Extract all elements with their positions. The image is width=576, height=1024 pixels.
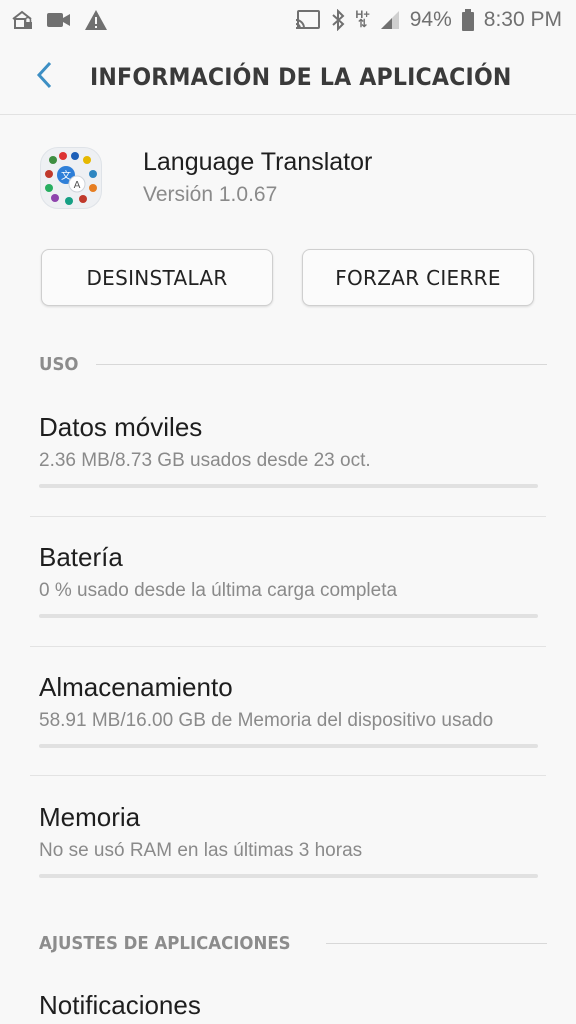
- svg-text:A: A: [74, 180, 81, 191]
- battery-item[interactable]: Batería 0 % usado desde la última carga …: [0, 540, 576, 618]
- battery-title: Batería: [39, 542, 123, 572]
- warning-icon: [84, 9, 108, 31]
- battery-icon: [461, 9, 474, 31]
- camera-icon: [46, 10, 72, 30]
- storage-item[interactable]: Almacenamiento 58.91 MB/16.00 GB de Memo…: [0, 670, 576, 748]
- storage-subtitle: 58.91 MB/16.00 GB de Memoria del disposi…: [39, 710, 494, 731]
- app-name: Language Translator: [143, 148, 373, 176]
- memory-title: Memoria: [39, 802, 141, 832]
- back-button[interactable]: [14, 40, 74, 114]
- cast-icon: [295, 10, 321, 30]
- data-arrows-icon: ⇅: [357, 18, 368, 30]
- chevron-left-icon: [36, 61, 52, 94]
- lock-screen-icon: [10, 9, 34, 31]
- bluetooth-icon: [331, 9, 345, 31]
- section-divider: [326, 943, 547, 944]
- signal-icon: [380, 10, 400, 30]
- memory-progress: [39, 874, 538, 878]
- item-divider: [30, 646, 546, 647]
- battery-subtitle: 0 % usado desde la última carga completa: [39, 580, 398, 601]
- clock-time: 8:30 PM: [483, 8, 562, 31]
- force-stop-button[interactable]: FORZAR CIERRE: [302, 249, 534, 306]
- app-settings-section-title: AJUSTES DE APLICACIONES: [39, 933, 291, 954]
- status-left-icons: [10, 9, 108, 31]
- app-version: Versión 1.0.67: [143, 183, 278, 206]
- network-type-indicator: H+ ⇅: [355, 10, 369, 30]
- storage-title: Almacenamiento: [39, 672, 233, 702]
- page-title: INFORMACIÓN DE LA APLICACIÓN: [90, 63, 512, 91]
- memory-item[interactable]: Memoria No se usó RAM en las últimas 3 h…: [0, 800, 576, 878]
- storage-progress: [39, 744, 538, 748]
- mobile-data-progress: [39, 484, 538, 488]
- app-summary: 文 A Language Translator Versión 1.0.67: [40, 146, 372, 210]
- app-settings-section-header: AJUSTES DE APLICACIONES: [39, 933, 547, 954]
- mobile-data-item[interactable]: Datos móviles 2.36 MB/8.73 GB usados des…: [0, 410, 576, 488]
- section-divider: [95, 364, 547, 365]
- battery-percentage: 94%: [409, 8, 452, 31]
- memory-subtitle: No se usó RAM en las últimas 3 horas: [39, 840, 363, 861]
- uninstall-button[interactable]: DESINSTALAR: [41, 249, 273, 306]
- item-divider: [30, 516, 546, 517]
- language-translator-app-icon: 文 A: [40, 147, 102, 209]
- battery-progress: [39, 614, 538, 618]
- mobile-data-subtitle: 2.36 MB/8.73 GB usados desde 23 oct.: [39, 450, 371, 471]
- usage-section-title: USO: [39, 354, 79, 375]
- app-bar: INFORMACIÓN DE LA APLICACIÓN: [0, 40, 576, 115]
- notifications-title: Notificaciones: [39, 990, 201, 1020]
- item-divider: [30, 775, 546, 776]
- usage-section-header: USO: [39, 354, 547, 375]
- status-bar: H+ ⇅ 94% 8:30 PM: [0, 0, 576, 40]
- app-info: Language Translator Versión 1.0.67: [143, 146, 372, 210]
- notifications-item[interactable]: Notificaciones: [0, 988, 576, 1022]
- mobile-data-title: Datos móviles: [39, 412, 203, 442]
- status-right-icons: H+ ⇅ 94% 8:30 PM: [295, 8, 562, 32]
